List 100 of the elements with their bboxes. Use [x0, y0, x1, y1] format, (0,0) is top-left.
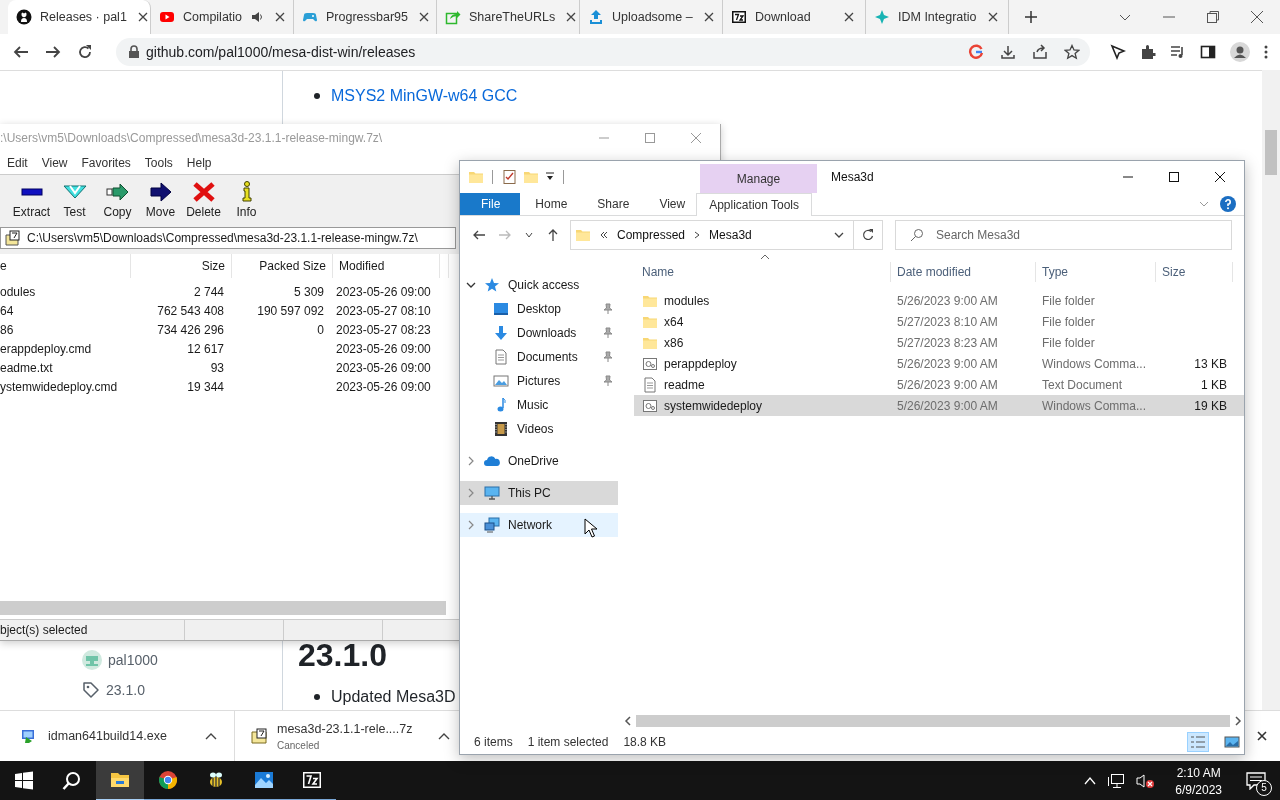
nav-item[interactable]: Videos — [460, 417, 618, 441]
ribbon-tab[interactable]: Application Tools — [696, 192, 813, 216]
address-field[interactable]: Compressed Mesa3d — [570, 220, 854, 250]
menu-item[interactable]: Favorites — [81, 156, 131, 170]
tag-icon — [82, 681, 100, 699]
file-row[interactable]: perappdeploy 5/26/2023 9:00 AM Windows Comma... 13 KB — [634, 353, 1244, 374]
column-header[interactable]: Type — [1036, 262, 1156, 282]
clock-date[interactable]: 6/9/2023 — [1175, 782, 1222, 797]
breadcrumb-item[interactable]: Compressed — [617, 228, 686, 242]
nav-item[interactable]: This PC — [460, 481, 618, 505]
menu-item[interactable]: View — [41, 156, 68, 170]
toolbar-button[interactable]: Move — [139, 181, 182, 219]
star-icon[interactable] — [1064, 44, 1080, 60]
archive-icon — [5, 230, 21, 246]
reload-icon[interactable] — [76, 43, 94, 61]
close-icon[interactable] — [1214, 171, 1226, 183]
toolbar-button[interactable]: Info — [225, 181, 268, 219]
extensions-icon[interactable] — [1140, 44, 1156, 60]
nav-item[interactable]: Network — [460, 513, 618, 537]
chevron-down-icon[interactable] — [466, 280, 476, 290]
new-tab-icon[interactable] — [1023, 9, 1039, 25]
browser-tab[interactable]: Releases · pal1 — [8, 0, 151, 34]
network-icon[interactable] — [1107, 773, 1126, 789]
ribbon-tab[interactable]: Home — [520, 193, 583, 215]
download-status: Canceled — [277, 739, 321, 751]
nav-item[interactable]: Downloads — [460, 321, 618, 345]
file-name: x64 — [664, 314, 684, 329]
clock-time[interactable]: 2:10 AM — [1176, 765, 1221, 780]
speaker-muted-icon[interactable] — [1135, 773, 1156, 789]
column-header[interactable]: Date modified — [891, 262, 1036, 282]
column-header[interactable]: Size — [131, 254, 232, 278]
nav-label: Music — [517, 398, 549, 412]
media-icon[interactable] — [1170, 44, 1186, 60]
nav-item[interactable]: Quick access — [460, 273, 618, 297]
file-row[interactable]: systemwidedeploy 5/26/2023 9:00 AM Windows Comma... 19 KB — [634, 395, 1244, 416]
toolbar-button[interactable]: Copy — [96, 181, 139, 219]
nav-item[interactable]: Pictures — [460, 369, 618, 393]
file-row[interactable]: readme 5/26/2023 9:00 AM Text Document 1 KB — [634, 374, 1244, 395]
star-icon — [484, 277, 500, 293]
overflow-icon[interactable] — [599, 230, 609, 240]
up-icon[interactable] — [546, 228, 560, 242]
file-row[interactable]: modules 5/26/2023 9:00 AM File folder — [634, 290, 1244, 311]
google-icon[interactable] — [968, 44, 984, 60]
network-icon — [484, 517, 500, 533]
nav-item[interactable]: Desktop — [460, 297, 618, 321]
avatar-icon[interactable] — [1230, 42, 1250, 62]
download-item[interactable]: mesa3d-23.1.1-rele....7z Canceled — [235, 711, 453, 761]
column-header[interactable]: e — [0, 254, 131, 278]
table-cell-text: 2023-05-26 09:00 — [335, 341, 432, 356]
speaker-icon[interactable] — [250, 10, 265, 24]
column-header[interactable]: Packed Size — [232, 254, 333, 278]
notifications-button[interactable]: 5 — [1232, 761, 1280, 800]
column-header[interactable]: Size — [1156, 262, 1233, 282]
column-header[interactable]: Name — [634, 262, 891, 282]
maximize-icon[interactable] — [1168, 171, 1180, 183]
documents-icon — [493, 349, 509, 365]
properties-icon[interactable] — [501, 169, 517, 185]
breadcrumb-item[interactable]: Mesa3d — [709, 228, 752, 242]
search-field[interactable]: Search Mesa3d — [895, 220, 1232, 250]
toolbar-button[interactable]: Delete — [182, 181, 225, 219]
menu-item[interactable]: Tools — [144, 156, 173, 170]
menu-item[interactable]: Help — [186, 156, 212, 170]
thumbnail-view-icon[interactable] — [1224, 735, 1240, 749]
file-row[interactable]: x86 5/27/2023 8:23 AM File folder — [634, 332, 1244, 353]
toolbar-button[interactable]: Test — [53, 181, 96, 219]
taskbar-button[interactable] — [96, 761, 144, 800]
author-link[interactable]: pal1000 — [108, 652, 158, 668]
download-icon[interactable] — [1000, 44, 1016, 60]
nav-item[interactable]: Music — [460, 393, 618, 417]
pointer-icon[interactable] — [1110, 44, 1126, 60]
table-cell-text: erappdeploy.cmd — [0, 341, 93, 356]
side-panel-icon[interactable] — [1200, 44, 1216, 60]
toolbar-button[interactable]: Extract — [10, 181, 53, 219]
close-icon[interactable] — [1250, 10, 1264, 24]
address-bar[interactable]: github.com/pal1000/mesa-dist-win/releases — [116, 38, 1090, 66]
menu-icon[interactable] — [1264, 44, 1268, 60]
help-icon[interactable] — [1220, 196, 1236, 212]
link[interactable]: MSYS2 MinGW-w64 GCC — [331, 83, 518, 109]
scroll-right-icon[interactable] — [1234, 716, 1242, 726]
column-header[interactable]: Modified — [333, 254, 440, 278]
chevron-right-icon[interactable] — [693, 230, 702, 240]
chevron-right-icon[interactable] — [466, 456, 476, 466]
tag-link[interactable]: 23.1.0 — [106, 682, 145, 698]
selection-count: 1 item selected — [527, 735, 609, 749]
release-note: Updated Mesa3D — [331, 688, 456, 706]
file-row[interactable]: x64 5/27/2023 8:10 AM File folder — [634, 311, 1244, 332]
back-icon[interactable] — [472, 228, 486, 242]
ribbon-tab[interactable]: File — [460, 193, 521, 215]
nav-item[interactable]: OneDrive — [460, 449, 618, 473]
recent-locations-icon[interactable] — [524, 230, 534, 240]
ribbon-tab[interactable]: Share — [582, 193, 645, 215]
refresh-button[interactable] — [854, 220, 883, 250]
share-icon[interactable] — [1032, 44, 1048, 60]
chevron-right-icon[interactable] — [466, 520, 476, 530]
restore-icon[interactable] — [1206, 10, 1220, 24]
menu-item[interactable]: Edit — [7, 156, 28, 170]
path-field[interactable]: C:\Users\vm5\Downloads\Compressed\mesa3d-23.1.1-release-mingw.7z\ — [0, 227, 456, 249]
context-tab-header: Manage — [700, 164, 817, 193]
scroll-left-icon[interactable] — [624, 716, 632, 726]
nav-item[interactable]: Documents — [460, 345, 618, 369]
